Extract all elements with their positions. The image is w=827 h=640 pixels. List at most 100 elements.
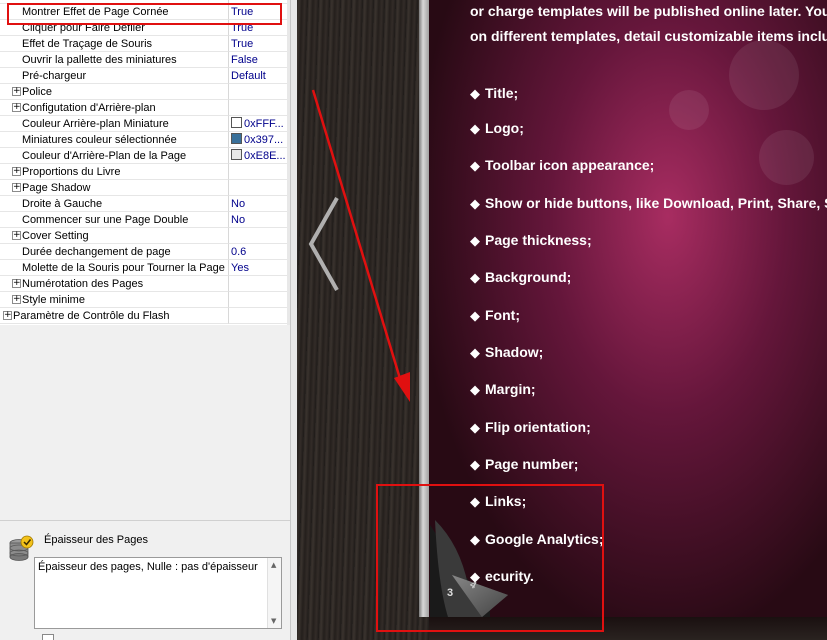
property-category[interactable]: + Cover Setting [0,228,287,244]
property-row[interactable]: Effet de Traçage de Souris True [0,36,287,52]
property-label: Molette de la Souris pour Tourner la Pag… [22,262,225,274]
property-label: Commencer sur une Page Double [22,214,189,226]
property-value-cell[interactable]: No [229,212,287,228]
property-name-cell[interactable]: Miniatures couleur sélectionnée [0,132,229,148]
property-category[interactable]: + Page Shadow [0,180,287,196]
feature-label: Font; [485,307,520,323]
property-label: Miniatures couleur sélectionnée [22,134,177,146]
property-category[interactable]: + Configutation d'Arrière-plan [0,100,287,116]
property-row[interactable]: Droite à Gauche No [0,196,287,212]
property-value: 0x397... [244,134,284,146]
property-value-cell[interactable] [229,292,287,308]
diamond-bullet-icon: ◆ [470,346,480,361]
plus-box-icon[interactable]: + [12,103,21,112]
feature-list-item: ◆ Background; [470,269,571,287]
page-intro-text: or charge templates will be published on… [470,0,827,51]
feature-label: Background; [485,269,572,285]
feature-list-item: ◆ Page thickness; [470,232,592,250]
scroll-up-icon[interactable]: ▲ [271,561,276,569]
intro-line: or charge templates will be published on… [470,3,827,19]
property-row[interactable]: Durée dechangement de page 0.6 [0,244,287,260]
plus-box-icon[interactable]: + [12,295,21,304]
plus-box-icon[interactable]: + [12,183,21,192]
plus-box-icon[interactable]: + [3,311,12,320]
property-label: Style minime [22,294,85,306]
property-name-cell[interactable]: + Paramètre de Contrôle du Flash [0,308,229,324]
property-name-cell[interactable]: + Numérotation des Pages [0,276,229,292]
property-value-cell[interactable]: 0xE8E... [229,148,287,164]
property-value: Yes [231,0,249,2]
property-name-cell[interactable]: Droite à Gauche [0,196,229,212]
property-value-cell[interactable] [229,164,287,180]
diamond-bullet-icon: ◆ [470,159,480,174]
property-value-cell[interactable]: True [229,36,287,52]
property-row[interactable]: Couleur d'Arrière-Plan de la Page 0xE8E..… [0,148,287,164]
checkbox[interactable] [42,634,54,640]
property-value-cell[interactable] [229,228,287,244]
property-value-cell[interactable]: 0.6 [229,244,287,260]
property-name-cell[interactable]: Molette de la Souris pour Tourner la Pag… [0,260,229,276]
property-name-cell[interactable]: Effet de Traçage de Souris [0,36,229,52]
description-textbox[interactable]: Épaisseur des pages, Nulle : pas d'épais… [34,557,282,629]
property-name-cell[interactable]: Commencer sur une Page Double [0,212,229,228]
property-name-cell[interactable]: Couleur d'Arrière-Plan de la Page [0,148,229,164]
property-label: Couleur Arrière-plan Miniature [22,118,169,130]
property-row[interactable]: Ouvrir la pallette des miniatures False [0,52,287,68]
feature-list-item: ◆ Toolbar icon appearance; [470,157,654,175]
property-category[interactable]: + Police [0,84,287,100]
description-title: Épaisseur des Pages [44,534,148,546]
property-value-cell[interactable]: Yes [229,260,287,276]
property-value-cell[interactable]: Default [229,68,287,84]
property-row[interactable]: Molette de la Souris pour Tourner la Pag… [0,260,287,276]
property-value-cell[interactable] [229,84,287,100]
description-scrollbar[interactable]: ▲ ▼ [267,558,281,628]
property-value-cell[interactable]: 0xFFF... [229,116,287,132]
plus-box-icon[interactable]: + [12,231,21,240]
property-category[interactable]: + Paramètre de Contrôle du Flash [0,308,287,324]
property-value-cell[interactable]: No [229,196,287,212]
property-row[interactable]: Commencer sur une Page Double No [0,212,287,228]
panel-splitter[interactable] [290,0,297,640]
property-label: Pré-chargeur [22,70,87,82]
property-value-cell[interactable] [229,276,287,292]
plus-box-icon[interactable]: + [12,87,21,96]
property-name-cell[interactable]: Couleur Arrière-plan Miniature [0,116,229,132]
property-value-cell[interactable] [229,308,287,324]
plus-box-icon[interactable]: + [12,279,21,288]
diamond-bullet-icon: ◆ [470,87,480,102]
feature-list-item: ◆ Page number; [470,456,578,474]
properties-panel: Maintenir le livre centréYesMontrer Effe… [0,0,290,640]
feature-list-item: ◆ Logo; [470,120,524,138]
property-name-cell[interactable]: + Proportions du Livre [0,164,229,180]
property-category[interactable]: + Proportions du Livre [0,164,287,180]
property-category[interactable]: + Numérotation des Pages [0,276,287,292]
diamond-bullet-icon: ◆ [470,197,480,212]
diamond-bullet-icon: ◆ [470,421,480,436]
property-value-cell[interactable]: 0x397... [229,132,287,148]
property-row[interactable]: Miniatures couleur sélectionnée 0x397... [0,132,287,148]
scroll-down-icon[interactable]: ▼ [271,617,276,625]
property-name-cell[interactable]: + Configutation d'Arrière-plan [0,100,229,116]
property-name-cell[interactable]: + Police [0,84,229,100]
property-row[interactable]: Pré-chargeur Default [0,68,287,84]
property-name-cell[interactable]: + Cover Setting [0,228,229,244]
property-name-cell[interactable]: Durée dechangement de page [0,244,229,260]
property-label: Ouvrir la pallette des miniatures [22,54,177,66]
property-name-cell[interactable]: + Page Shadow [0,180,229,196]
feature-list-item: ◆ Shadow; [470,344,543,362]
property-name-cell[interactable]: + Style minime [0,292,229,308]
bokeh-light [759,130,814,185]
property-name-cell[interactable]: Pré-chargeur [0,68,229,84]
property-value-cell[interactable] [229,180,287,196]
plus-box-icon[interactable]: + [12,167,21,176]
property-row[interactable]: Couleur Arrière-plan Miniature 0xFFF... [0,116,287,132]
property-value-cell[interactable]: False [229,52,287,68]
property-label: Numérotation des Pages [22,278,144,290]
intro-line: on different templates, detail customiza… [470,28,827,44]
property-value: No [231,198,246,210]
property-category[interactable]: + Style minime [0,292,287,308]
property-value-cell[interactable] [229,100,287,116]
diamond-bullet-icon: ◆ [470,234,480,249]
chevron-left-icon[interactable] [305,194,341,294]
property-name-cell[interactable]: Ouvrir la pallette des miniatures [0,52,229,68]
